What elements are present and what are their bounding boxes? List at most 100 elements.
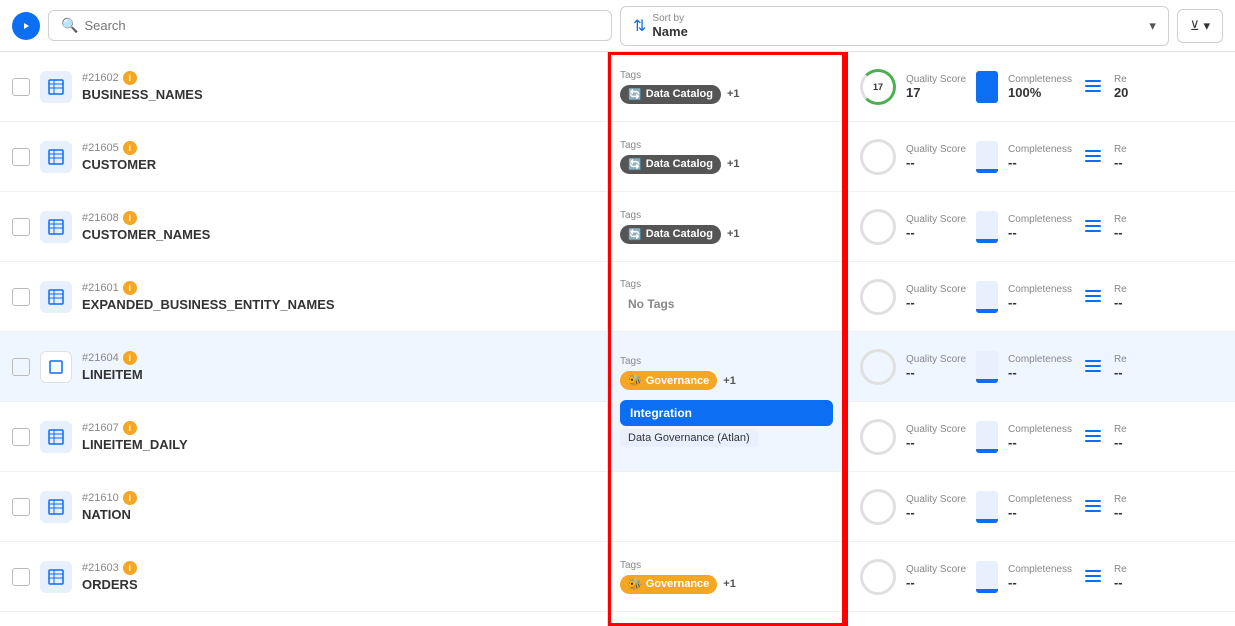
list-icon [1082,286,1104,308]
asset-id: #21604 i [82,351,143,365]
table-icon [40,421,72,453]
bar-icon [976,71,998,103]
completeness-block: Completeness -- [1008,284,1072,310]
metrics-panel: 17 Quality Score 17 Completeness 100% [848,52,1235,626]
tag-label: Tags [620,140,833,151]
tag-cell [608,472,845,542]
tag-plus: +1 [723,578,736,590]
completeness-val: 100% [1008,85,1072,100]
row-checkbox[interactable] [12,568,30,586]
table-row: #21602 i BUSINESS_NAMES [0,52,607,122]
quality-score-block: Quality Score -- [906,214,966,240]
table-icon [40,211,72,243]
re-block: Re -- [1114,564,1127,590]
row-checkbox[interactable] [12,148,30,166]
tag-label: Tags [620,560,833,571]
quality-score-val: -- [906,155,966,170]
quality-score-block: Quality Score -- [906,494,966,520]
tag-label: Tags [620,356,833,367]
bar-icon [976,421,998,453]
asset-id: #21608 i [82,211,210,225]
quality-circle [860,139,896,175]
tag-badge-data-catalog[interactable]: 🔄 Data Catalog [620,85,721,104]
tag-badge-data-catalog[interactable]: 🔄 Data Catalog [620,225,721,244]
sort-dropdown[interactable]: ⇅ Sort by Name ▾ [620,6,1169,46]
asset-info: #21604 i LINEITEM [82,351,143,382]
re-val: 20 [1114,85,1128,100]
asset-name: LINEITEM [82,367,143,382]
asset-name: CUSTOMER [82,157,156,172]
asset-id: #21607 i [82,421,188,435]
toolbar-left: 🔍 [12,10,612,41]
tags-panel: Tags 🔄 Data Catalog +1 Tags 🔄 Data Catal… [608,52,848,626]
bar-icon [976,281,998,313]
re-label: Re [1114,74,1128,85]
table-icon [40,71,72,103]
asset-info: #21607 i LINEITEM_DAILY [82,421,188,452]
tag-cell: Tags 🔄 Data Catalog +1 [608,192,845,262]
asset-id: #21610 i [82,491,137,505]
table-row: #21604 i LINEITEM [0,332,607,402]
sort-value: Name [652,24,687,39]
asset-name: BUSINESS_NAMES [82,87,203,102]
asset-info: #21603 i ORDERS [82,561,138,592]
table-row: #21608 i CUSTOMER_NAMES [0,192,607,262]
info-icon: i [123,281,137,295]
row-checkbox[interactable] [12,288,30,306]
metric-row: Quality Score -- Completeness -- Re -- [848,332,1235,402]
row-checkbox[interactable] [12,498,30,516]
quality-circle [860,419,896,455]
asset-id: #21605 i [82,141,156,155]
main-container: 🔍 ⇅ Sort by Name ▾ ⊻ ▾ [0,0,1235,626]
bar-icon [976,211,998,243]
governance-icon: 🐝 [628,374,642,387]
metric-row: Quality Score -- Completeness -- Re -- [848,402,1235,472]
quality-circle [860,279,896,315]
bar-icon [976,351,998,383]
re-block: Re -- [1114,354,1127,380]
asset-name: LINEITEM_DAILY [82,437,188,452]
asset-id: #21603 i [82,561,138,575]
tag-cell: Tags 🔄 Data Catalog +1 [608,52,845,122]
tag-badge-data-catalog[interactable]: 🔄 Data Catalog [620,155,721,174]
completeness-block: Completeness -- [1008,144,1072,170]
quality-score-block: Quality Score -- [906,144,966,170]
asset-info: #21610 i NATION [82,491,137,522]
row-checkbox[interactable] [12,358,30,376]
metric-row: 17 Quality Score 17 Completeness 100% [848,52,1235,122]
tag-badge-governance[interactable]: 🐝 Governance [620,575,717,594]
re-block: Re -- [1114,214,1127,240]
filter-button[interactable]: ⊻ ▾ [1177,9,1223,43]
tag-row: No Tags [620,294,833,314]
sort-text: Sort by Name [652,13,687,39]
completeness-block: Completeness -- [1008,494,1072,520]
toolbar: 🔍 ⇅ Sort by Name ▾ ⊻ ▾ [0,0,1235,52]
metric-row: Quality Score -- Completeness -- Re -- [848,122,1235,192]
nav-arrow[interactable] [12,12,40,40]
tag-cell: Tags 🐝 Governance +1 Integration Data Go… [608,332,845,472]
square-icon [40,351,72,383]
list-icon [1082,426,1104,448]
tag-cell: Tags 🐝 Governance +1 [608,542,845,612]
chevron-down-icon: ▾ [1149,18,1156,34]
re-block: Re -- [1114,494,1127,520]
data-catalog-icon: 🔄 [628,88,642,101]
row-checkbox[interactable] [12,78,30,96]
tag-label: Tags [620,279,833,290]
bar-icon [976,491,998,523]
tag-plus: +1 [727,158,740,170]
table-icon [40,141,72,173]
tag-label: Tags [620,70,833,81]
asset-list: #21602 i BUSINESS_NAMES #21605 i [0,52,608,626]
search-icon: 🔍 [61,17,78,34]
tag-badge-governance[interactable]: 🐝 Governance [620,371,717,390]
row-checkbox[interactable] [12,218,30,236]
bar-icon [976,561,998,593]
list-icon [1082,566,1104,588]
table-row: #21610 i NATION [0,472,607,542]
row-checkbox[interactable] [12,428,30,446]
search-input[interactable] [84,18,599,33]
table-row: #21605 i CUSTOMER [0,122,607,192]
table-icon [40,561,72,593]
completeness-block: Completeness -- [1008,214,1072,240]
